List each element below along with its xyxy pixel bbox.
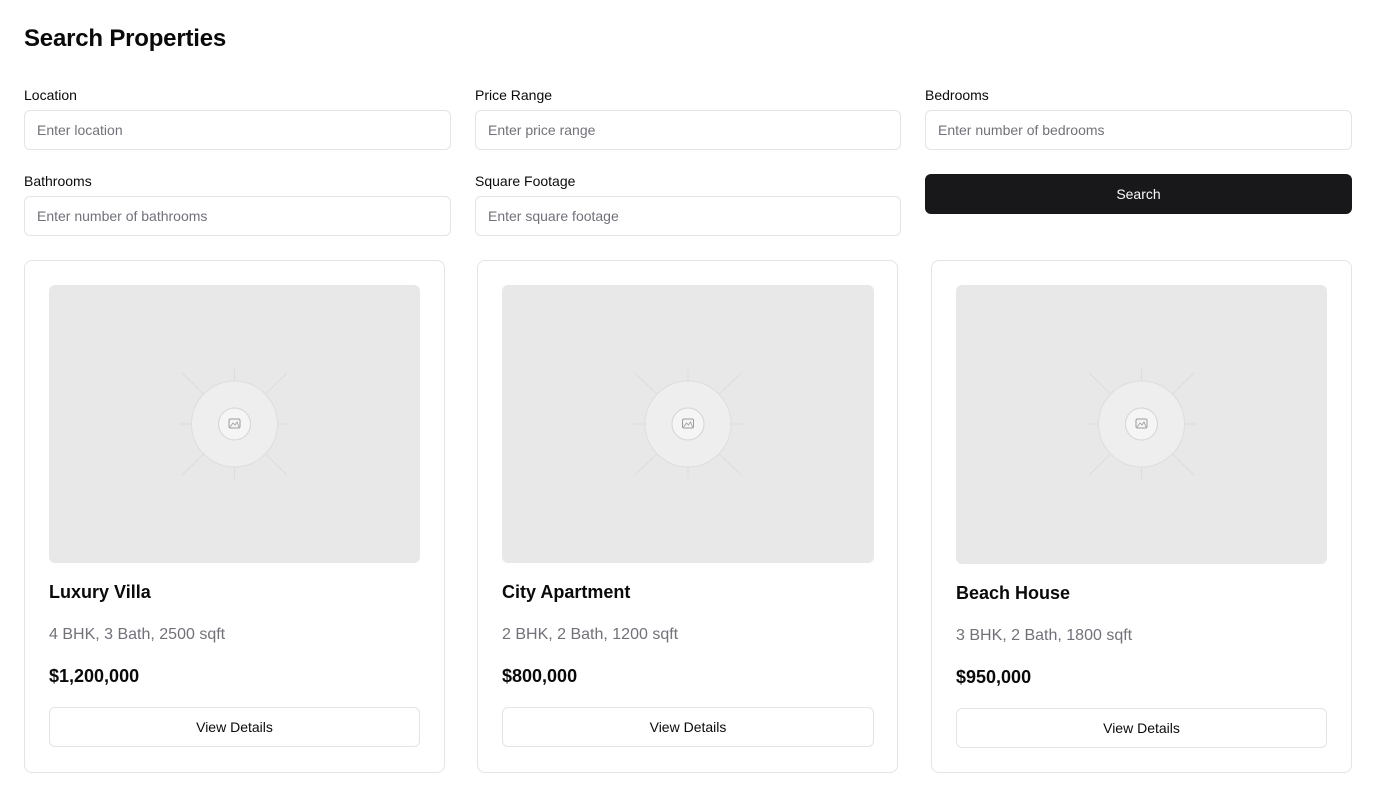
view-details-button[interactable]: View Details (956, 708, 1327, 748)
property-title: Beach House (956, 583, 1071, 603)
property-price: $800,000 (502, 666, 578, 686)
bathrooms-input[interactable] (24, 196, 451, 236)
property-card: City Apartment 2 BHK, 2 Bath, 1200 sqft … (477, 260, 898, 773)
price-range-label: Price Range (475, 87, 553, 103)
property-specs: 3 BHK, 2 Bath, 1800 sqft (956, 627, 1133, 644)
property-card: Beach House 3 BHK, 2 Bath, 1800 sqft $95… (931, 260, 1352, 773)
property-image (49, 285, 420, 563)
image-placeholder-icon (633, 369, 743, 479)
search-button[interactable]: Search (925, 174, 1352, 214)
bathrooms-label: Bathrooms (24, 173, 92, 189)
location-input[interactable] (24, 110, 451, 150)
page-title: Search Properties (24, 25, 227, 52)
image-placeholder-icon (180, 369, 289, 479)
bedrooms-label: Bedrooms (925, 87, 989, 103)
property-image (502, 285, 874, 563)
property-card: Luxury Villa 4 BHK, 3 Bath, 2500 sqft $1… (24, 260, 445, 773)
property-title: Luxury Villa (49, 582, 151, 602)
square-footage-input[interactable] (475, 196, 901, 236)
bathrooms-field: Bathrooms (24, 172, 451, 236)
property-title: City Apartment (502, 582, 631, 602)
image-placeholder-icon (1087, 369, 1196, 479)
property-price: $1,200,000 (49, 666, 140, 686)
view-details-button[interactable]: View Details (502, 707, 874, 747)
square-footage-label: Square Footage (475, 173, 576, 189)
property-specs: 4 BHK, 3 Bath, 2500 sqft (49, 626, 226, 643)
property-specs: 2 BHK, 2 Bath, 1200 sqft (502, 626, 679, 643)
bedrooms-input[interactable] (925, 110, 1352, 150)
price-range-input[interactable] (475, 110, 901, 150)
location-label: Location (24, 87, 77, 103)
property-image (956, 285, 1327, 564)
square-footage-field: Square Footage (475, 172, 901, 236)
bedrooms-field: Bedrooms (925, 86, 1352, 150)
location-field: Location (24, 86, 451, 150)
property-price: $950,000 (956, 667, 1032, 687)
price-range-field: Price Range (475, 86, 901, 150)
view-details-button[interactable]: View Details (49, 707, 420, 747)
